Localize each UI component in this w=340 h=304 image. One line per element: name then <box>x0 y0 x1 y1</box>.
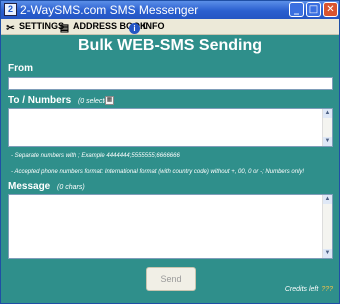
message-scrollbar[interactable]: ▲ ▼ <box>322 195 332 258</box>
credits-label: Credits left <box>284 286 319 293</box>
from-input[interactable] <box>8 77 333 90</box>
address-book-pick-icon[interactable]: ▦ <box>105 96 114 105</box>
info-icon: i <box>129 23 140 34</box>
message-char-count: (0 chars) <box>57 184 85 191</box>
menu-settings-label: SETTINGS <box>19 21 65 31</box>
scroll-down-icon[interactable]: ▼ <box>323 249 332 258</box>
close-button[interactable]: ✕ <box>323 2 338 17</box>
address-book-icon: ▤ <box>59 23 70 34</box>
tools-icon: ✂ <box>6 23 15 34</box>
title-bar[interactable]: 2 2-WaySMS.com SMS Messenger _ □ ✕ <box>1 1 339 19</box>
app-icon: 2 <box>4 3 17 16</box>
credits-value: ??? <box>321 286 333 293</box>
send-button[interactable]: Send <box>146 267 196 291</box>
message-textarea[interactable]: ▲ ▼ <box>8 194 333 259</box>
menu-info-label: INFO <box>143 21 165 31</box>
page-title: Bulk WEB-SMS Sending <box>78 37 262 54</box>
to-numbers-label: To / Numbers (0 selected) <box>8 95 115 106</box>
menu-settings[interactable]: ✂ SETTINGS <box>5 20 65 34</box>
message-label: Message <box>8 181 51 192</box>
app-window: 2 2-WaySMS.com SMS Messenger _ □ ✕ ✂ SETT… <box>0 0 340 304</box>
scroll-up-icon[interactable]: ▲ <box>323 109 332 118</box>
scroll-down-icon[interactable]: ▼ <box>323 137 332 146</box>
minimize-button[interactable]: _ <box>289 2 304 17</box>
window-title: 2-WaySMS.com SMS Messenger <box>20 3 199 17</box>
menu-info[interactable]: i INFO <box>129 20 165 34</box>
message-label-row: Message (0 chars) <box>8 181 85 192</box>
format-note: - Accepted phone numbers format: Interna… <box>11 169 305 175</box>
scroll-up-icon[interactable]: ▲ <box>323 195 332 204</box>
menu-bar: ✂ SETTINGS ▤ ADDRESS BOOK i INFO <box>1 19 339 35</box>
numbers-scrollbar[interactable]: ▲ ▼ <box>322 109 332 146</box>
maximize-button[interactable]: □ <box>306 2 321 17</box>
to-numbers-title: To / Numbers <box>8 95 72 106</box>
from-label: From <box>8 63 33 74</box>
credits-left: Credits left??? <box>285 286 333 293</box>
separator-note: - Separate numbers with ; Example 444444… <box>11 153 180 159</box>
numbers-textarea[interactable]: ▲ ▼ <box>8 108 333 147</box>
